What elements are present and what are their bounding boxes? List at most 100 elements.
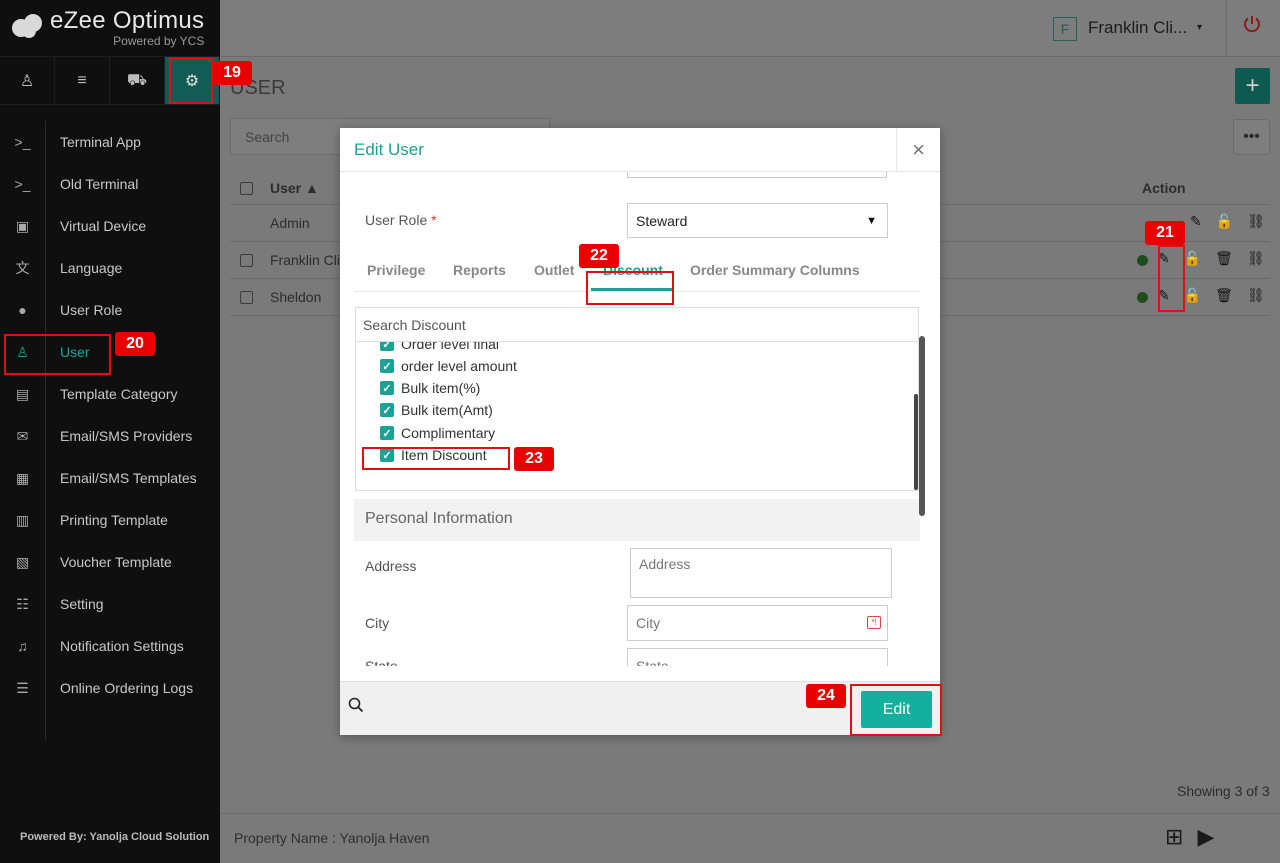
sidebar-item-label: Email/SMS Templates: [60, 470, 197, 486]
user-role-select[interactable]: Steward ▼: [627, 203, 888, 238]
callout-badge: 24: [806, 684, 846, 708]
search-icon[interactable]: [348, 697, 364, 718]
dialog-body: User Role * Steward ▼ Privilege Reports …: [354, 172, 920, 666]
receipt-icon: ▥: [15, 511, 30, 528]
trash-icon[interactable]: 🗑: [1215, 287, 1233, 304]
sidebar-item-voucher-template[interactable]: ▧ Voucher Template: [0, 541, 220, 583]
city-field[interactable]: City *!: [627, 605, 888, 641]
list-item[interactable]: ✓ Bulk item(%): [380, 380, 480, 396]
cart-icon[interactable]: ⛟: [110, 57, 165, 104]
edit-icon[interactable]: ✎: [1190, 213, 1202, 230]
user-name: Sheldon: [270, 289, 322, 305]
tab-outlet[interactable]: Outlet: [534, 262, 574, 278]
sidebar-item-label: Language: [60, 260, 123, 276]
sidebar-item-email-sms-templates[interactable]: ▦ Email/SMS Templates: [0, 457, 220, 499]
page-footer: Property Name : Yanolja Haven ⊞ ▶: [220, 813, 1280, 863]
sidebar-item-label: Email/SMS Providers: [60, 428, 193, 444]
windows-icon[interactable]: ⊞: [1165, 824, 1183, 850]
callout-badge: 23: [514, 447, 554, 471]
play-store-icon[interactable]: ▶: [1197, 824, 1214, 850]
list-item[interactable]: ✓ Complimentary: [380, 425, 495, 441]
trash-icon[interactable]: 🗑: [1215, 250, 1233, 267]
caret-down-icon: ▼: [866, 215, 877, 227]
user-role-label: User Role *: [365, 212, 437, 228]
checkbox-checked-icon[interactable]: ✓: [380, 359, 394, 373]
callout-box-item-discount: [362, 447, 510, 470]
row-actions: ✎ 🔓 ⛓: [1190, 213, 1265, 230]
property-initial-badge[interactable]: F: [1053, 17, 1077, 41]
tab-order-summary-columns[interactable]: Order Summary Columns: [690, 262, 860, 278]
callout-box-edit-icons: [1158, 245, 1185, 312]
callout-badge: 20: [115, 332, 155, 356]
tab-reports[interactable]: Reports: [453, 262, 506, 278]
sidebar-item-old-terminal[interactable]: >_ Old Terminal: [0, 163, 220, 205]
checkbox-checked-icon[interactable]: ✓: [380, 381, 394, 395]
sidebar: eZee Optimus Powered by YCS ♙ ≡ ⛟ ⚙ >_ Te…: [0, 0, 220, 863]
list-item[interactable]: ✓ order level amount: [380, 358, 517, 374]
lock-icon[interactable]: 🔓: [1184, 287, 1201, 304]
sidebar-item-label: Virtual Device: [60, 218, 147, 234]
profile-icon[interactable]: ♙: [0, 57, 55, 104]
app-store-links: ⊞ ▶: [1165, 824, 1228, 850]
address-field[interactable]: Address: [630, 548, 892, 598]
sidebar-item-email-sms-providers[interactable]: ✉ Email/SMS Providers: [0, 415, 220, 457]
previous-field[interactable]: [627, 172, 887, 178]
envelope-icon: ✉: [16, 427, 29, 444]
sidebar-item-label: Printing Template: [60, 512, 168, 528]
sidebar-item-setting[interactable]: ☷ Setting: [0, 583, 220, 625]
sliders-icon: ☷: [16, 595, 29, 612]
row-checkbox[interactable]: [240, 291, 253, 304]
autofill-icon[interactable]: *!: [867, 616, 881, 629]
row-checkbox[interactable]: [240, 254, 253, 267]
sidebar-item-label: Terminal App: [60, 134, 141, 150]
checkbox-checked-icon[interactable]: ✓: [380, 342, 394, 351]
menu-divider: [45, 121, 46, 741]
link-icon[interactable]: ⛓: [1247, 250, 1265, 267]
lock-icon[interactable]: 🔓: [1216, 213, 1233, 230]
city-label: City: [365, 615, 390, 631]
sidebar-item-virtual-device[interactable]: ▣ Virtual Device: [0, 205, 220, 247]
language-icon: 文: [15, 260, 30, 276]
sidebar-item-template-category[interactable]: ▤ Template Category: [0, 373, 220, 415]
status-dot: [1137, 255, 1148, 266]
lock-icon[interactable]: 🔓: [1184, 250, 1201, 267]
state-field[interactable]: State: [627, 648, 888, 666]
sidebar-item-label: User Role: [60, 302, 123, 318]
list-item[interactable]: ✓ Bulk item(Amt): [380, 402, 493, 418]
sidebar-item-language[interactable]: 文 Language: [0, 247, 220, 289]
checkbox-checked-icon[interactable]: ✓: [380, 426, 394, 440]
list-item[interactable]: ✓ Order level final: [380, 342, 499, 352]
select-all-checkbox[interactable]: [240, 182, 253, 195]
sidebar-item-label: Voucher Template: [60, 554, 172, 570]
add-user-button[interactable]: +: [1235, 68, 1270, 104]
sidebar-item-online-ordering-logs[interactable]: ☰ Online Ordering Logs: [0, 667, 220, 709]
sidebar-item-printing-template[interactable]: ▥ Printing Template: [0, 499, 220, 541]
template-icon: ▦: [15, 469, 30, 486]
tab-privilege[interactable]: Privilege: [367, 262, 425, 278]
callout-badge: 19: [212, 61, 252, 85]
property-selector[interactable]: Franklin Cli...: [1088, 18, 1187, 38]
sidebar-item-user-role[interactable]: ● User Role: [0, 289, 220, 331]
bell-icon: ♫: [17, 638, 28, 654]
link-icon[interactable]: ⛓: [1247, 213, 1265, 230]
top-bar: F Franklin Cli... ▾: [220, 0, 1280, 57]
discount-search-input[interactable]: Search Discount: [355, 307, 919, 342]
close-icon[interactable]: ×: [896, 128, 940, 172]
terminal-icon: >_: [14, 134, 31, 150]
list-icon: ☰: [16, 679, 29, 696]
dialog-scrollbar-thumb[interactable]: [919, 336, 925, 516]
status-dot: [1137, 292, 1148, 303]
more-options-button[interactable]: •••: [1233, 119, 1270, 155]
edit-user-dialog: Edit User × User Role * Steward ▼ Privil…: [340, 128, 940, 735]
link-icon[interactable]: ⛓: [1247, 287, 1265, 304]
brand-mark-icon: [12, 14, 44, 42]
power-icon[interactable]: [1242, 14, 1262, 40]
column-header-action: Action: [1142, 180, 1186, 196]
sidebar-item-terminal-app[interactable]: >_ Terminal App: [0, 121, 220, 163]
chevron-down-icon[interactable]: ▾: [1197, 22, 1202, 33]
checkbox-checked-icon[interactable]: ✓: [380, 403, 394, 417]
column-header-user[interactable]: User ▲: [270, 180, 319, 196]
state-label: State: [365, 658, 398, 666]
menu-icon[interactable]: ≡: [55, 57, 110, 104]
sidebar-item-notification-settings[interactable]: ♫ Notification Settings: [0, 625, 220, 667]
